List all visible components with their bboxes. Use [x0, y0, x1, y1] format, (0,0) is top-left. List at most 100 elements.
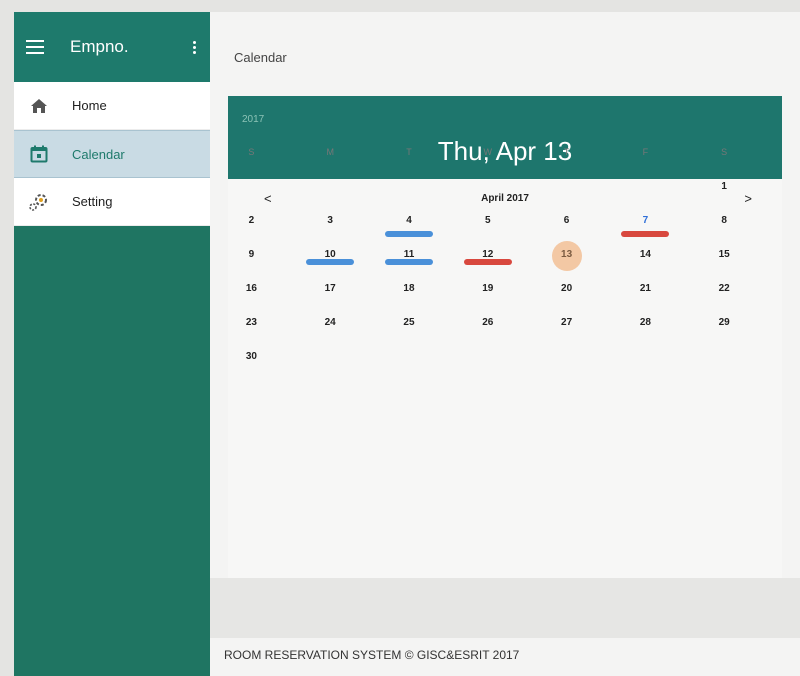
calendar-day-number: 10 — [324, 249, 336, 260]
calendar-day[interactable]: 16 — [212, 273, 291, 307]
calendar-day[interactable]: 14 — [606, 239, 685, 273]
calendar-day[interactable]: 20 — [527, 273, 606, 307]
menu-icon[interactable] — [26, 40, 44, 54]
sidebar-item-label: Setting — [72, 194, 113, 209]
calendar-day[interactable]: 10 — [291, 239, 370, 273]
weekday-label: T — [406, 147, 412, 157]
calendar-day[interactable]: 22 — [685, 273, 764, 307]
calendar-day-number: 13 — [561, 249, 573, 260]
calendar-day[interactable]: 12 — [448, 239, 527, 273]
calendar-grid: S M T W T F S 1 2 3 4 5 6 7 8 9 10 11 12 13 14 15 16 17 1… — [212, 133, 764, 375]
calendar-week-row: 30 — [212, 341, 764, 375]
calendar-day-number: 21 — [639, 283, 651, 294]
calendar-empty-cell — [448, 341, 527, 375]
event-bar[interactable] — [621, 231, 670, 237]
calendar-day-number: 15 — [718, 249, 730, 260]
sidebar-item-calendar[interactable]: Calendar — [14, 130, 210, 178]
calendar-day[interactable]: 24 — [291, 307, 370, 341]
calendar-day[interactable]: 3 — [291, 205, 370, 239]
calendar-empty-cell — [370, 171, 449, 205]
calendar-day-number: 25 — [403, 317, 415, 328]
calendar-day-number: 28 — [639, 317, 651, 328]
sidebar: Empno. Home Calendar Setting — [14, 12, 210, 676]
calendar-day[interactable]: 6 — [527, 205, 606, 239]
calendar-day[interactable]: 5 — [448, 205, 527, 239]
calendar-day-number: 6 — [563, 215, 570, 226]
calendar-empty-cell — [606, 341, 685, 375]
calendar-week-row: 9 10 11 12 13 14 15 — [212, 239, 764, 273]
calendar-day[interactable]: 26 — [448, 307, 527, 341]
calendar-day-number: 27 — [561, 317, 573, 328]
calendar-day[interactable]: 17 — [291, 273, 370, 307]
sidebar-header: Empno. — [14, 12, 210, 82]
calendar-day[interactable]: 27 — [527, 307, 606, 341]
weekday-label: F — [642, 147, 649, 157]
calendar-empty-cell — [370, 341, 449, 375]
calendar-week-row: 23 24 25 26 27 28 29 — [212, 307, 764, 341]
calendar-empty-cell — [527, 171, 606, 205]
calendar-day-number: 26 — [482, 317, 494, 328]
calendar-icon — [26, 143, 52, 165]
calendar-day[interactable]: 4 — [370, 205, 449, 239]
more-options-icon[interactable] — [193, 40, 196, 54]
weekday-label: S — [248, 147, 255, 157]
calendar-day-number: 3 — [327, 215, 333, 226]
calendar-day-number: 30 — [245, 351, 257, 362]
weekday-header-row: S M T W T F S — [212, 133, 764, 171]
calendar-day[interactable]: 8 — [685, 205, 764, 239]
calendar-day-number: 11 — [403, 249, 415, 260]
calendar-day[interactable]: 1 — [685, 171, 764, 205]
calendar-day-number: 12 — [482, 249, 494, 260]
calendar-empty-cell — [606, 171, 685, 205]
event-bar[interactable] — [384, 231, 433, 237]
calendar-day-number: 24 — [324, 317, 336, 328]
calendar-day-number: 4 — [406, 215, 412, 226]
calendar-day-number: 29 — [718, 317, 730, 328]
weekday-label: M — [326, 147, 334, 157]
calendar-week-row: 2 3 4 5 6 7 8 — [212, 205, 764, 239]
calendar-day[interactable]: 11 — [370, 239, 449, 273]
calendar-year[interactable]: 2017 — [242, 114, 264, 125]
calendar-week-row: 1 — [212, 171, 764, 205]
calendar-day[interactable]: 21 — [606, 273, 685, 307]
gears-icon — [26, 191, 52, 213]
calendar-day-number: 9 — [248, 249, 255, 260]
calendar-week-row: 16 17 18 19 20 21 22 — [212, 273, 764, 307]
footer-band — [210, 578, 800, 638]
sidebar-item-label: Calendar — [72, 146, 125, 162]
calendar-day-number: 1 — [721, 181, 727, 192]
weekday-label: S — [721, 147, 728, 157]
sidebar-item-home[interactable]: Home — [14, 82, 210, 130]
main-content: Calendar 2017 Thu, Apr 13 < April 2017 >… — [210, 12, 800, 676]
calendar-day-number: 23 — [245, 317, 257, 328]
calendar-day[interactable]: 30 — [212, 341, 291, 375]
calendar-day[interactable]: 9 — [212, 239, 291, 273]
weekday-label: W — [483, 147, 493, 157]
footer-text: ROOM RESERVATION SYSTEM © GISC&ESRIT 201… — [224, 648, 520, 662]
calendar-day[interactable]: 25 — [370, 307, 449, 341]
calendar-day-number: 2 — [248, 215, 255, 226]
calendar-day[interactable]: 19 — [448, 273, 527, 307]
calendar-day[interactable]: 15 — [685, 239, 764, 273]
calendar-day[interactable]: 2 — [212, 205, 291, 239]
app-title: Empno. — [70, 37, 129, 56]
calendar-day-number: 16 — [245, 283, 257, 294]
sidebar-item-setting[interactable]: Setting — [14, 178, 210, 226]
page-title: Calendar — [234, 50, 287, 65]
calendar-day[interactable]: 28 — [606, 307, 685, 341]
calendar-day[interactable]: 13 — [527, 239, 606, 273]
sidebar-nav: Home Calendar Setting — [14, 82, 210, 226]
calendar-empty-cell — [527, 341, 606, 375]
calendar-day-number: 18 — [403, 283, 415, 294]
calendar-day[interactable]: 29 — [685, 307, 764, 341]
calendar-day[interactable]: 7 — [606, 205, 685, 239]
calendar-day-number: 17 — [324, 283, 336, 294]
calendar-day-number: 5 — [485, 215, 491, 226]
calendar-empty-cell — [291, 171, 370, 205]
calendar-day-number: 7 — [642, 215, 649, 226]
calendar-day-number: 14 — [639, 249, 651, 260]
calendar-empty-cell — [291, 341, 370, 375]
calendar-day-number: 20 — [561, 283, 573, 294]
calendar-day[interactable]: 18 — [370, 273, 449, 307]
calendar-day[interactable]: 23 — [212, 307, 291, 341]
